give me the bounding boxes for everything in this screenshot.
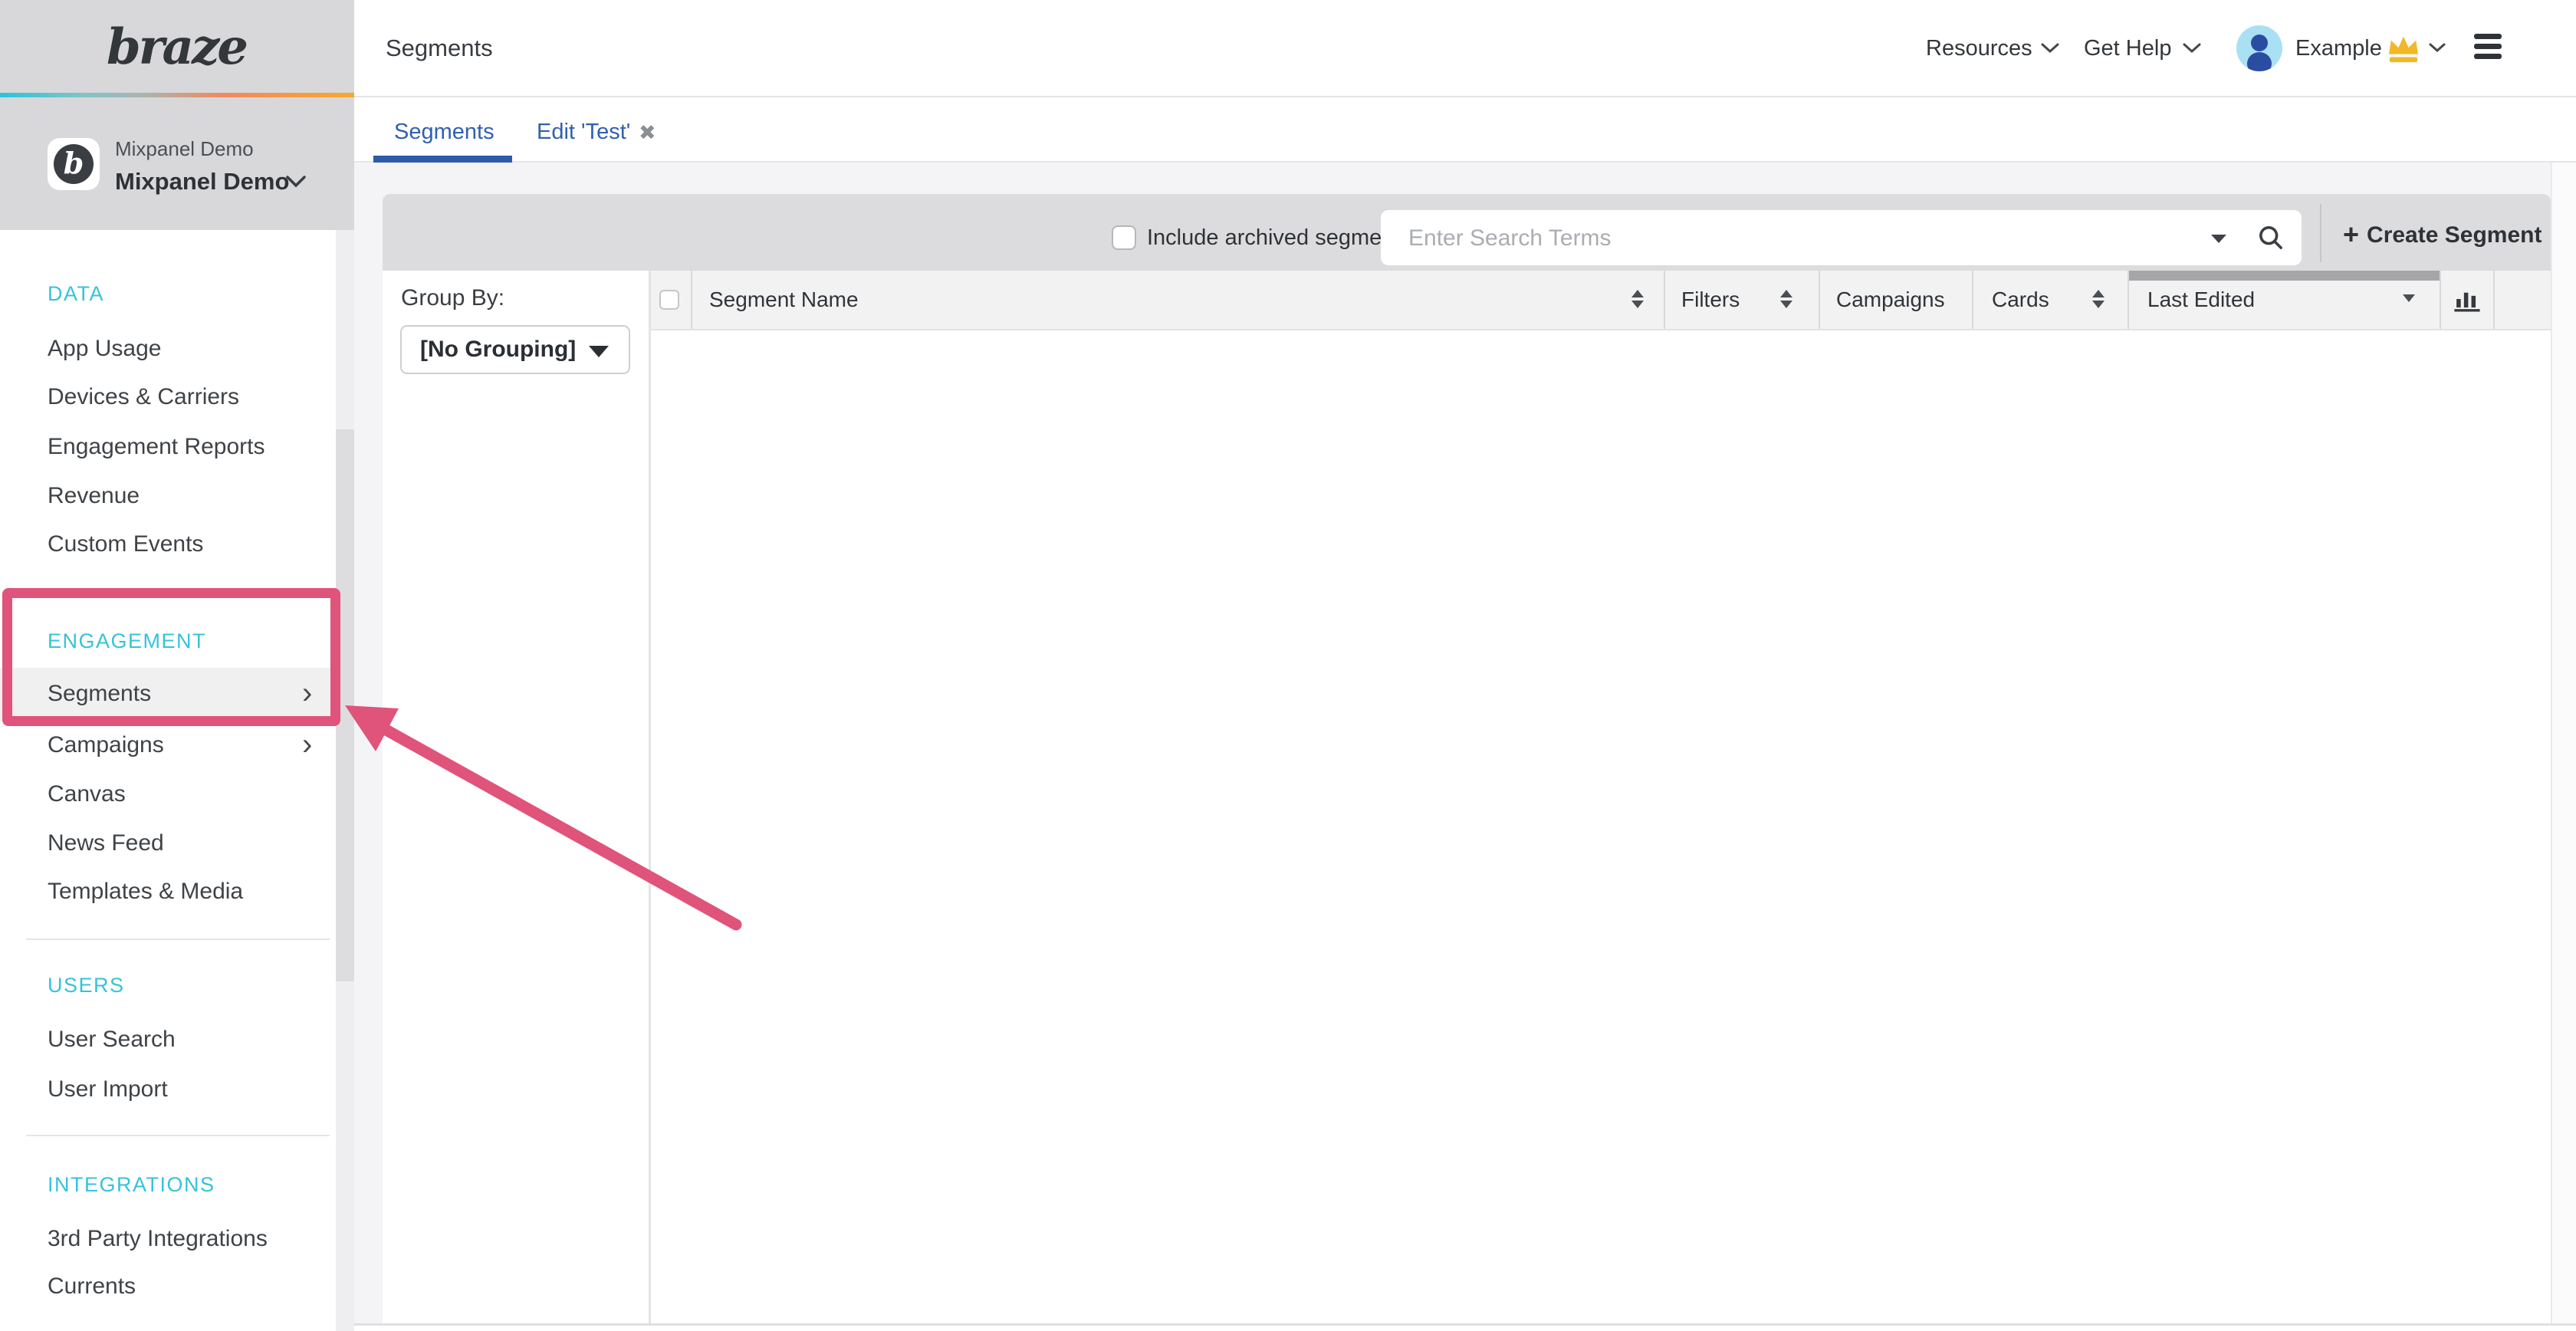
column-header-segment-name[interactable]: Segment Name: [709, 271, 859, 329]
hamburger-icon[interactable]: [2474, 34, 2502, 61]
column-divider: [2128, 271, 2129, 329]
get-help-menu[interactable]: Get Help: [2084, 31, 2171, 65]
sidebar-item-campaigns[interactable]: Campaigns: [48, 728, 164, 762]
user-menu[interactable]: Example: [2295, 31, 2382, 65]
main-scrollbar-gutter[interactable]: [2551, 163, 2576, 1331]
column-divider: [2493, 271, 2495, 329]
page-bottom: [354, 1326, 2576, 1331]
group-by-select[interactable]: [No Grouping]: [400, 325, 630, 374]
group-by-label: Group By:: [401, 282, 504, 314]
sidebar-section-integrations: INTEGRATIONS: [48, 1169, 215, 1200]
braze-logo[interactable]: braze: [84, 12, 268, 83]
workspace-switcher[interactable]: Mixpanel Demo: [115, 166, 289, 198]
search-dropdown-caret-icon[interactable]: [2211, 235, 2226, 243]
page-title: Segments: [386, 31, 493, 65]
sidebar-item-user-search[interactable]: User Search: [48, 1023, 176, 1057]
crown-icon: [2386, 34, 2421, 64]
braze-dashboard: braze b Mixpanel Demo Mixpanel Demo DATA…: [0, 0, 2576, 1331]
chevron-down-icon: [2181, 41, 2203, 55]
column-header-cards[interactable]: Cards: [1992, 271, 2049, 329]
group-by-value: [No Grouping]: [420, 327, 576, 373]
brand-gradient-divider: [0, 93, 354, 97]
sidebar-item-3rd-party-integrations[interactable]: 3rd Party Integrations: [48, 1222, 268, 1256]
sidebar-divider: [26, 1135, 330, 1136]
sidebar-item-currents[interactable]: Currents: [48, 1270, 136, 1303]
column-header-last-edited[interactable]: Last Edited: [2147, 271, 2255, 329]
toolbar-divider: [2320, 204, 2321, 262]
sort-icon[interactable]: [1780, 290, 1792, 308]
chevron-down-icon[interactable]: [284, 173, 308, 190]
sidebar-item-templates-media[interactable]: Templates & Media: [48, 875, 243, 909]
sidebar-item-app-usage[interactable]: App Usage: [48, 332, 161, 366]
close-icon[interactable]: ✖: [639, 117, 656, 148]
sidebar-item-custom-events[interactable]: Custom Events: [48, 527, 203, 561]
column-divider: [2440, 271, 2441, 329]
annotation-highlight-box: [2, 588, 340, 726]
workspace-avatar-icon: b: [54, 144, 94, 184]
sort-icon[interactable]: [2092, 290, 2104, 308]
sidebar-item-canvas[interactable]: Canvas: [48, 777, 126, 811]
workspace-label: Mixpanel Demo: [115, 135, 254, 163]
column-divider: [1819, 271, 1820, 329]
column-divider: [691, 271, 692, 329]
tab-strip: [354, 97, 2576, 163]
workspace-avatar[interactable]: b: [48, 138, 100, 190]
column-divider: [1664, 271, 1665, 329]
column-divider: [1972, 271, 1973, 329]
chart-icon[interactable]: [2453, 285, 2481, 313]
create-segment-button[interactable]: + Create Segment: [2343, 219, 2542, 251]
resources-menu[interactable]: Resources: [1926, 31, 2032, 65]
create-segment-label: Create Segment: [2367, 222, 2542, 248]
tab-edit-test[interactable]: Edit 'Test': [537, 115, 630, 149]
sort-desc-icon[interactable]: [2403, 294, 2415, 302]
include-archived-label: Include archived segments: [1147, 222, 1411, 253]
sidebar-section-users: USERS: [48, 970, 125, 1001]
caret-down-icon: [589, 346, 609, 357]
column-header-filters[interactable]: Filters: [1681, 271, 1740, 329]
avatar-icon[interactable]: [2236, 25, 2283, 72]
segment-search: [1381, 210, 2302, 265]
search-icon[interactable]: [2257, 224, 2285, 251]
chevron-down-icon: [2039, 41, 2061, 55]
plus-icon: +: [2343, 219, 2359, 250]
annotation-arrow: [322, 644, 782, 974]
sort-icon[interactable]: [1631, 290, 1644, 308]
tab-segments[interactable]: Segments: [394, 115, 495, 149]
sidebar-item-devices-carriers[interactable]: Devices & Carriers: [48, 380, 239, 414]
sidebar-item-revenue[interactable]: Revenue: [48, 479, 140, 513]
sidebar-section-data: DATA: [48, 278, 104, 309]
sidebar-item-user-import[interactable]: User Import: [48, 1073, 168, 1106]
segments-table-body: [651, 330, 2551, 1323]
sidebar-item-news-feed[interactable]: News Feed: [48, 827, 164, 860]
select-all-checkbox[interactable]: [659, 290, 679, 310]
chevron-down-icon[interactable]: [2427, 41, 2447, 55]
column-header-campaigns[interactable]: Campaigns: [1836, 271, 1945, 329]
include-archived-checkbox[interactable]: [1112, 225, 1136, 250]
sidebar-divider: [26, 938, 330, 940]
sidebar-item-engagement-reports[interactable]: Engagement Reports: [48, 430, 265, 464]
search-input[interactable]: [1407, 210, 2177, 267]
